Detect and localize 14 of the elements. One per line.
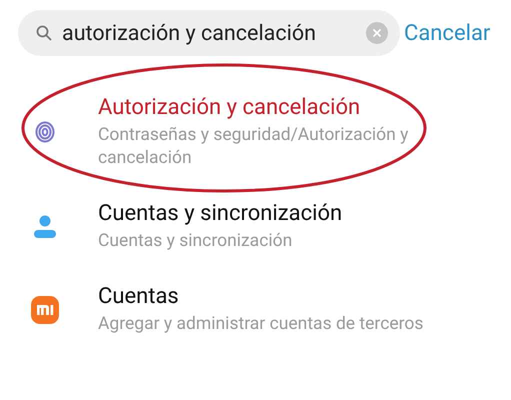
result-subtitle: Agregar y administrar cuentas de terceros bbox=[98, 313, 424, 336]
cancel-button[interactable]: Cancelar bbox=[404, 20, 490, 46]
result-subtitle: Cuentas y sincronización bbox=[98, 230, 294, 253]
fingerprint-icon bbox=[35, 121, 55, 143]
result-subtitle: Contraseñas y seguridad/Autorización y cancelación bbox=[98, 124, 410, 170]
clear-icon[interactable] bbox=[366, 22, 388, 44]
search-icon bbox=[36, 25, 52, 41]
result-title[interactable]: Autorización y cancelación bbox=[98, 94, 428, 122]
search-field[interactable]: autorización y cancelación bbox=[62, 20, 356, 46]
result-title[interactable]: Cuentas y sincronización bbox=[98, 200, 428, 228]
person-icon bbox=[34, 214, 56, 238]
logo-icon bbox=[31, 296, 59, 324]
result-title[interactable]: Cuentas bbox=[98, 283, 428, 311]
search-bar[interactable]: autorización y cancelación bbox=[18, 10, 400, 56]
